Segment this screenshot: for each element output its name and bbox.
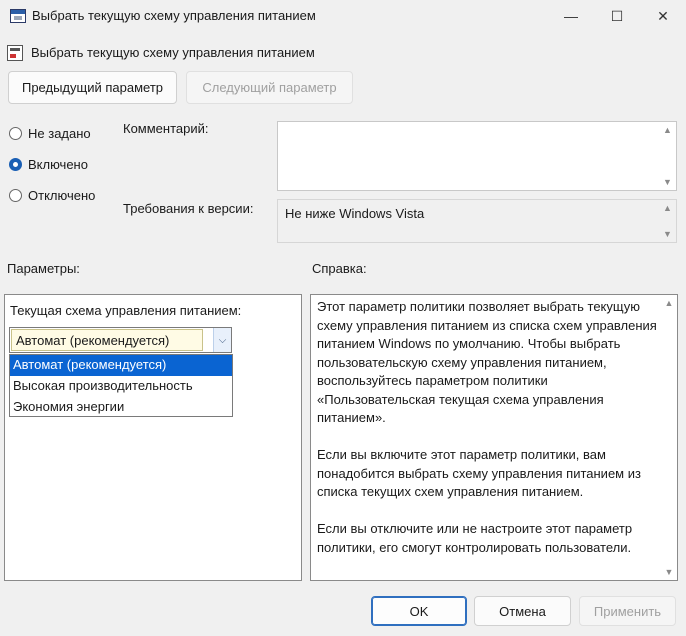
dropdown-option[interactable]: Автомат (рекомендуется) xyxy=(10,355,232,376)
chevron-down-icon[interactable]: ⌵ xyxy=(213,328,231,352)
minimize-button[interactable]: — xyxy=(548,0,594,32)
dropdown-option[interactable]: Экономия энергии xyxy=(10,397,232,418)
radio-circle[interactable] xyxy=(9,158,22,171)
combobox-value[interactable]: Автомат (рекомендуется) xyxy=(11,329,203,351)
previous-setting-button[interactable]: Предыдущий параметр xyxy=(8,71,177,104)
power-scheme-label: Текущая схема управления питанием: xyxy=(10,303,242,318)
radio-label: Отключено xyxy=(28,188,96,203)
cancel-button[interactable]: Отмена xyxy=(474,596,571,626)
next-setting-button[interactable]: Следующий параметр xyxy=(186,71,353,104)
help-scrollbar[interactable]: ▲ ▼ xyxy=(661,295,677,580)
window-title: Выбрать текущую схему управления питание… xyxy=(32,8,316,23)
radio-enabled[interactable]: Включено xyxy=(9,157,88,172)
scroll-up-icon[interactable]: ▲ xyxy=(663,203,672,213)
apply-button[interactable]: Применить xyxy=(579,596,676,626)
comment-textarea[interactable]: ▲ ▼ xyxy=(277,121,677,191)
comment-label: Комментарий: xyxy=(123,121,209,136)
ok-button[interactable]: OK xyxy=(371,596,467,626)
policy-editor-icon xyxy=(10,9,26,23)
setting-title: Выбрать текущую схему управления питание… xyxy=(31,45,315,60)
maximize-button[interactable]: ☐ xyxy=(594,0,640,32)
dropdown-option[interactable]: Высокая производительность xyxy=(10,376,232,397)
parameters-section-label: Параметры: xyxy=(7,261,80,276)
radio-circle[interactable] xyxy=(9,127,22,140)
close-button[interactable]: ✕ xyxy=(640,0,686,32)
help-text: Этот параметр политики позволяет выбрать… xyxy=(317,299,657,555)
radio-label: Не задано xyxy=(28,126,91,141)
radio-circle[interactable] xyxy=(9,189,22,202)
help-section-label: Справка: xyxy=(312,261,367,276)
scroll-up-icon[interactable]: ▲ xyxy=(665,298,674,308)
scroll-down-icon[interactable]: ▼ xyxy=(665,567,674,577)
scroll-down-icon[interactable]: ▼ xyxy=(663,229,672,239)
scroll-up-icon[interactable]: ▲ xyxy=(663,125,672,135)
scroll-down-icon[interactable]: ▼ xyxy=(663,177,672,187)
requirements-value: Не ниже Windows Vista xyxy=(285,206,425,221)
power-scheme-dropdown: Автомат (рекомендуется) Высокая производ… xyxy=(9,354,233,417)
policy-setting-icon xyxy=(7,45,23,61)
requirements-label: Требования к версии: xyxy=(123,201,254,216)
radio-disabled[interactable]: Отключено xyxy=(9,188,95,203)
radio-not-configured[interactable]: Не задано xyxy=(9,126,91,141)
comment-scrollbar[interactable]: ▲ ▼ xyxy=(659,122,676,190)
help-panel: Этот параметр политики позволяет выбрать… xyxy=(310,294,678,581)
title-bar: Выбрать текущую схему управления питание… xyxy=(0,0,686,32)
radio-label: Включено xyxy=(28,157,88,172)
requirements-scrollbar[interactable]: ▲ ▼ xyxy=(659,200,676,242)
requirements-box: Не ниже Windows Vista ▲ ▼ xyxy=(277,199,677,243)
power-scheme-combobox[interactable]: Автомат (рекомендуется) ⌵ xyxy=(9,327,232,353)
